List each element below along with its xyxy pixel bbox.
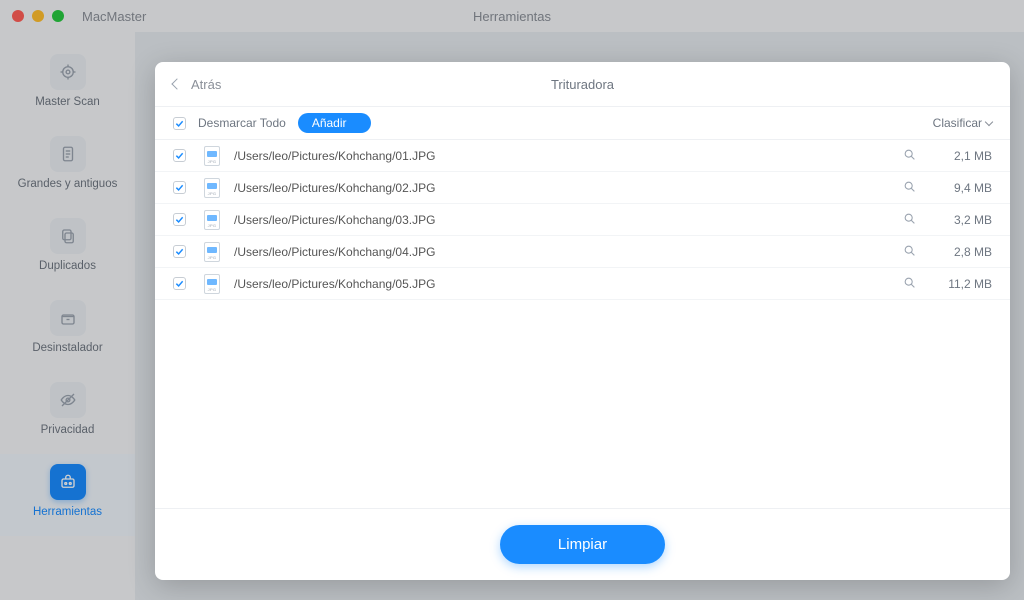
reveal-button[interactable]: [898, 148, 920, 164]
modal-header: Atrás Trituradora: [155, 62, 1010, 106]
app-window: MacMaster Herramientas Master ScanGrande…: [0, 0, 1024, 600]
file-path: /Users/leo/Pictures/Kohchang/01.JPG: [234, 149, 898, 163]
shredder-modal: Atrás Trituradora Desmarcar Todo Añadir …: [155, 62, 1010, 580]
check-icon: [175, 215, 184, 224]
row-checkbox[interactable]: [173, 277, 186, 290]
row-checkbox[interactable]: [173, 181, 186, 194]
reveal-button[interactable]: [898, 212, 920, 228]
check-icon: [175, 279, 184, 288]
file-path: /Users/leo/Pictures/Kohchang/03.JPG: [234, 213, 898, 227]
reveal-button[interactable]: [898, 276, 920, 292]
file-size: 2,1 MB: [920, 149, 992, 163]
file-row[interactable]: /Users/leo/Pictures/Kohchang/02.JPG 9,4 M…: [155, 172, 1010, 204]
file-size: 9,4 MB: [920, 181, 992, 195]
add-button[interactable]: Añadir: [298, 113, 371, 133]
file-icon: [204, 146, 220, 166]
file-row[interactable]: /Users/leo/Pictures/Kohchang/04.JPG 2,8 M…: [155, 236, 1010, 268]
file-icon: [204, 274, 220, 294]
modal-toolbar: Desmarcar Todo Añadir Clasificar: [155, 106, 1010, 140]
file-size: 11,2 MB: [920, 277, 992, 291]
check-icon: [175, 151, 184, 160]
chevron-down-icon: [985, 118, 993, 126]
deselect-all-label[interactable]: Desmarcar Todo: [198, 116, 286, 130]
file-icon: [204, 178, 220, 198]
search-icon: [903, 180, 916, 193]
modal-footer: Limpiar: [155, 508, 1010, 580]
file-row[interactable]: /Users/leo/Pictures/Kohchang/01.JPG 2,1 M…: [155, 140, 1010, 172]
check-icon: [175, 247, 184, 256]
file-size: 2,8 MB: [920, 245, 992, 259]
file-row[interactable]: /Users/leo/Pictures/Kohchang/05.JPG 11,2 …: [155, 268, 1010, 300]
file-size: 3,2 MB: [920, 213, 992, 227]
row-checkbox[interactable]: [173, 149, 186, 162]
clean-button[interactable]: Limpiar: [500, 525, 665, 564]
check-icon: [175, 183, 184, 192]
reveal-button[interactable]: [898, 180, 920, 196]
row-checkbox[interactable]: [173, 245, 186, 258]
row-checkbox[interactable]: [173, 213, 186, 226]
file-path: /Users/leo/Pictures/Kohchang/04.JPG: [234, 245, 898, 259]
file-path: /Users/leo/Pictures/Kohchang/05.JPG: [234, 277, 898, 291]
reveal-button[interactable]: [898, 244, 920, 260]
check-icon: [175, 119, 184, 128]
master-checkbox[interactable]: [173, 117, 186, 130]
file-row[interactable]: /Users/leo/Pictures/Kohchang/03.JPG 3,2 M…: [155, 204, 1010, 236]
back-button[interactable]: Atrás: [173, 77, 221, 92]
modal-title: Trituradora: [155, 77, 1010, 92]
search-icon: [903, 244, 916, 257]
sort-label: Clasificar: [933, 116, 982, 130]
search-icon: [903, 276, 916, 289]
chevron-left-icon: [171, 78, 182, 89]
file-icon: [204, 210, 220, 230]
search-icon: [903, 148, 916, 161]
file-list: /Users/leo/Pictures/Kohchang/01.JPG 2,1 M…: [155, 140, 1010, 508]
back-label: Atrás: [191, 77, 221, 92]
file-icon: [204, 242, 220, 262]
file-path: /Users/leo/Pictures/Kohchang/02.JPG: [234, 181, 898, 195]
search-icon: [903, 212, 916, 225]
sort-button[interactable]: Clasificar: [933, 116, 992, 130]
